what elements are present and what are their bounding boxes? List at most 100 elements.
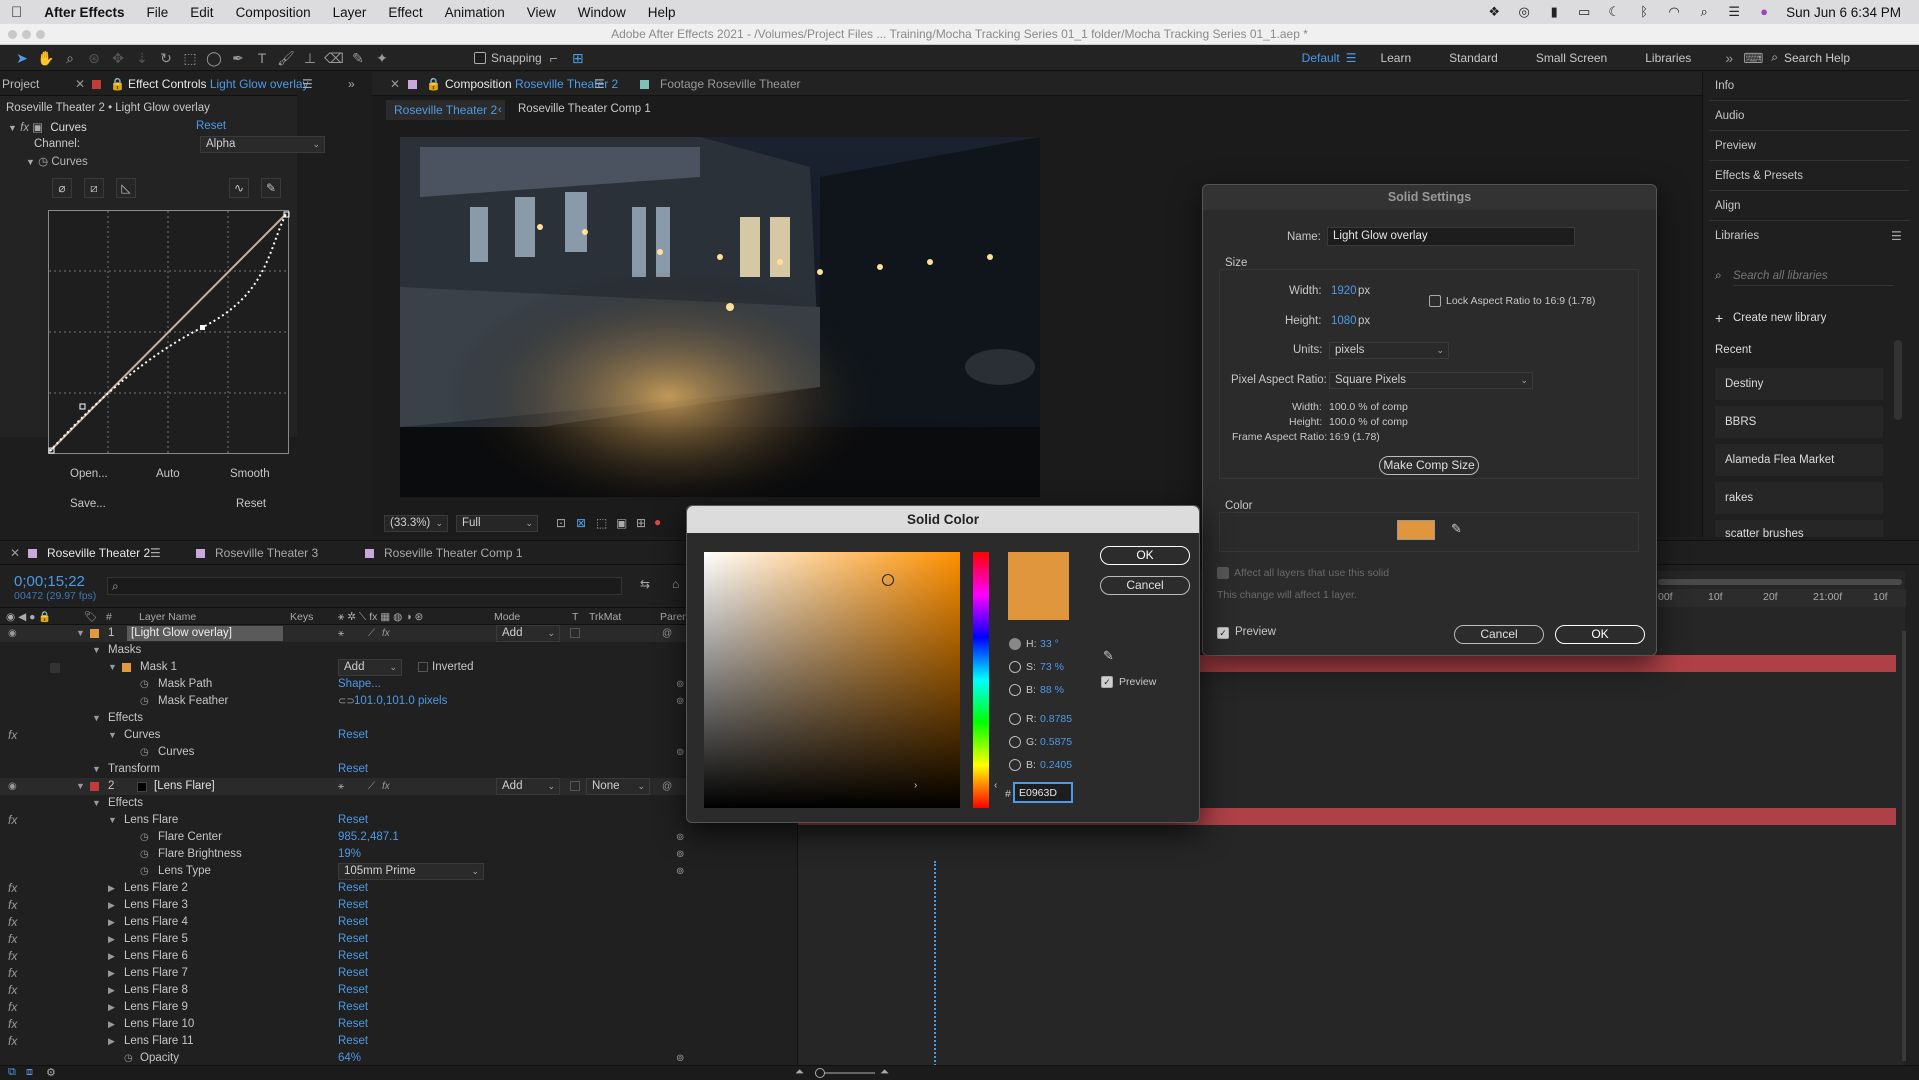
reset-link[interactable]: Reset (338, 1016, 368, 1033)
library-item[interactable]: Destiny (1715, 368, 1883, 400)
layer-mode-dropdown[interactable]: Add ⌄ (496, 778, 560, 795)
hue-radio[interactable] (1009, 638, 1021, 650)
property-group-effects[interactable]: ▼ Effects (0, 710, 697, 727)
auto-button[interactable]: Auto (156, 468, 180, 480)
fx-icon[interactable]: fx (8, 931, 17, 948)
preserve-transparency-checkbox[interactable] (570, 628, 580, 638)
breadcrumb-next[interactable]: Roseville Theater Comp 1 (518, 103, 651, 115)
fx-icon[interactable]: fx (8, 999, 17, 1016)
effect-lens-flare-row[interactable]: fx ▶ Lens Flare 8 Reset (0, 982, 697, 999)
keyframe-navigator-icon[interactable]: ⊚ (676, 676, 684, 693)
curves-reset-button[interactable]: Reset (236, 498, 266, 510)
quality-switch-icon[interactable]: ⟋ (368, 778, 375, 795)
clone-stamp-tool-icon[interactable]: ⊥ (298, 47, 322, 69)
stopwatch-icon[interactable]: ◷ (140, 829, 149, 846)
libraries-menu-icon[interactable]: ☰ (1891, 229, 1902, 243)
effect-reset-link[interactable]: Reset (196, 120, 226, 132)
siri-icon[interactable]: ● (1756, 5, 1772, 19)
disclosure-caret-icon[interactable]: ▼ (8, 123, 17, 133)
close-tab-icon[interactable]: ✕ (10, 541, 20, 565)
color-picker-cursor[interactable] (882, 574, 894, 586)
blue-radio[interactable] (1009, 759, 1021, 771)
property-mask-feather[interactable]: ◷ Mask Feather ⊂⊃ 101.0,101.0 pixels ⊚ (0, 693, 697, 710)
effect-lens-flare-row[interactable]: fx ▶ Lens Flare 7 Reset (0, 965, 697, 982)
trkmat-dropdown[interactable]: None ⌄ (586, 778, 650, 795)
tab-timeline-comp-1[interactable]: Roseville Theater Comp 1 (384, 541, 523, 565)
menu-layer[interactable]: Layer (322, 5, 378, 20)
disclosure-caret-icon[interactable]: ▼ (108, 812, 117, 829)
panel-menu-icon[interactable]: ☰ (150, 541, 161, 565)
fx-icon[interactable]: fx (8, 880, 17, 897)
zoom-window-button[interactable] (36, 30, 45, 39)
composition-mini-flowchart-icon[interactable]: ⇆ (640, 577, 650, 591)
effect-switch-icon[interactable]: fx (382, 778, 390, 795)
opacity-value[interactable]: 64% (338, 1050, 361, 1066)
flare-center-value[interactable]: 985.2,487.1 (338, 829, 399, 846)
menu-window[interactable]: Window (567, 5, 637, 20)
zoom-tool-icon[interactable]: ⌕ (58, 47, 82, 69)
stopwatch-icon[interactable]: ◷ (140, 846, 149, 863)
spotlight-search-icon[interactable]: ⌕ (1696, 5, 1712, 19)
brightness-radio[interactable] (1009, 684, 1021, 696)
quality-switch-icon[interactable]: ⟋ (368, 625, 375, 642)
tab-timeline-roseville-2[interactable]: Roseville Theater 2 (47, 541, 150, 565)
region-of-interest-icon[interactable]: ⬚ (596, 516, 607, 530)
current-time-indicator[interactable] (934, 861, 936, 1066)
brightness-value[interactable]: 88 % (1040, 684, 1064, 696)
effect-lens-flare-row[interactable]: fx ▶ Lens Flare 6 Reset (0, 948, 697, 965)
disclosure-caret-icon[interactable]: ▶ (108, 897, 115, 914)
lock-toggle[interactable] (50, 663, 60, 673)
workspace-learn[interactable]: Learn (1364, 51, 1427, 65)
wifi-icon[interactable]: ◠ (1666, 5, 1682, 19)
ellipse-tool-icon[interactable]: ◯ (202, 47, 226, 69)
disclosure-caret-icon[interactable]: ▼ (76, 625, 85, 642)
panel-effects-presets[interactable]: Effects & Presets (1715, 170, 1803, 182)
solid-name-input[interactable]: Light Glow overlay (1327, 227, 1575, 246)
menu-edit[interactable]: Edit (179, 5, 224, 20)
property-mask-1[interactable]: ▼ Mask 1 Add ⌄ Inverted (0, 659, 697, 676)
libraries-scrollbar[interactable] (1894, 340, 1902, 420)
effect-lens-flare-row[interactable]: fx ▼ Lens Flare Reset (0, 812, 697, 829)
disclosure-caret-icon[interactable]: ▼ (92, 710, 101, 727)
effect-lens-flare-row[interactable]: fx ▶ Lens Flare 3 Reset (0, 897, 697, 914)
disclosure-caret-icon[interactable]: ▶ (108, 982, 115, 999)
reset-link[interactable]: Reset (338, 965, 368, 982)
reset-link[interactable]: Reset (338, 880, 368, 897)
curve-scale-small-icon[interactable]: ⧄ (84, 178, 104, 198)
more-workspaces-icon[interactable]: » (1717, 47, 1741, 69)
roto-brush-tool-icon[interactable]: ✎ (346, 47, 370, 69)
layer-mode-dropdown[interactable]: Add ⌄ (496, 625, 560, 642)
rotation-tool-icon[interactable]: ↻ (154, 47, 178, 69)
layer-name-field[interactable]: [Light Glow overlay] (127, 626, 283, 641)
curve-scale-large-icon[interactable]: ◺ (116, 178, 136, 198)
effect-lens-flare-row[interactable]: fx ▶ Lens Flare 11 Reset (0, 1033, 697, 1050)
smooth-button[interactable]: Smooth (230, 468, 270, 480)
effect-lens-flare-row[interactable]: fx ▶ Lens Flare 4 Reset (0, 914, 697, 931)
library-item[interactable]: scatter brushes (1715, 520, 1883, 537)
keyframe-navigator-icon[interactable]: ⊚ (676, 693, 684, 710)
channel-icon[interactable]: ● (654, 515, 661, 529)
lock-icon[interactable]: 🔒 (426, 72, 441, 96)
reset-link[interactable]: Reset (338, 999, 368, 1016)
open-button[interactable]: Open... (70, 468, 108, 480)
create-library-button[interactable]: Create new library (1733, 312, 1826, 324)
col-layer-name[interactable]: Layer Name (139, 608, 196, 626)
stopwatch-icon[interactable]: ◷ (38, 156, 48, 168)
puppet-pin-tool-icon[interactable]: ✦ (370, 47, 394, 69)
dolly-camera-icon[interactable]: ⇣ (130, 47, 154, 69)
toggle-modes-icon[interactable]: ⧈ (26, 1066, 33, 1079)
pen-tool-icon[interactable]: ✒ (226, 47, 250, 69)
disclosure-caret-icon[interactable]: ▶ (108, 999, 115, 1016)
keyframe-navigator-icon[interactable]: ⊚ (676, 829, 684, 846)
fx-icon[interactable]: fx (8, 1016, 17, 1033)
cancel-button[interactable]: Cancel (1100, 576, 1190, 595)
menu-view[interactable]: View (516, 5, 567, 20)
pan-behind-tool-icon[interactable]: ⬚ (178, 47, 202, 69)
panel-menu-icon[interactable]: ☰ (302, 72, 313, 96)
property-mask-path[interactable]: ◷ Mask Path Shape... ⊚ (0, 676, 697, 693)
reset-link[interactable]: Reset (338, 727, 368, 744)
brush-tool-icon[interactable]: 🖌 (274, 47, 298, 69)
disclosure-caret-icon[interactable]: ▼ (108, 727, 117, 744)
units-dropdown[interactable]: pixels ⌄ (1329, 342, 1449, 359)
dropbox-icon[interactable]: ❖ (1486, 5, 1502, 19)
